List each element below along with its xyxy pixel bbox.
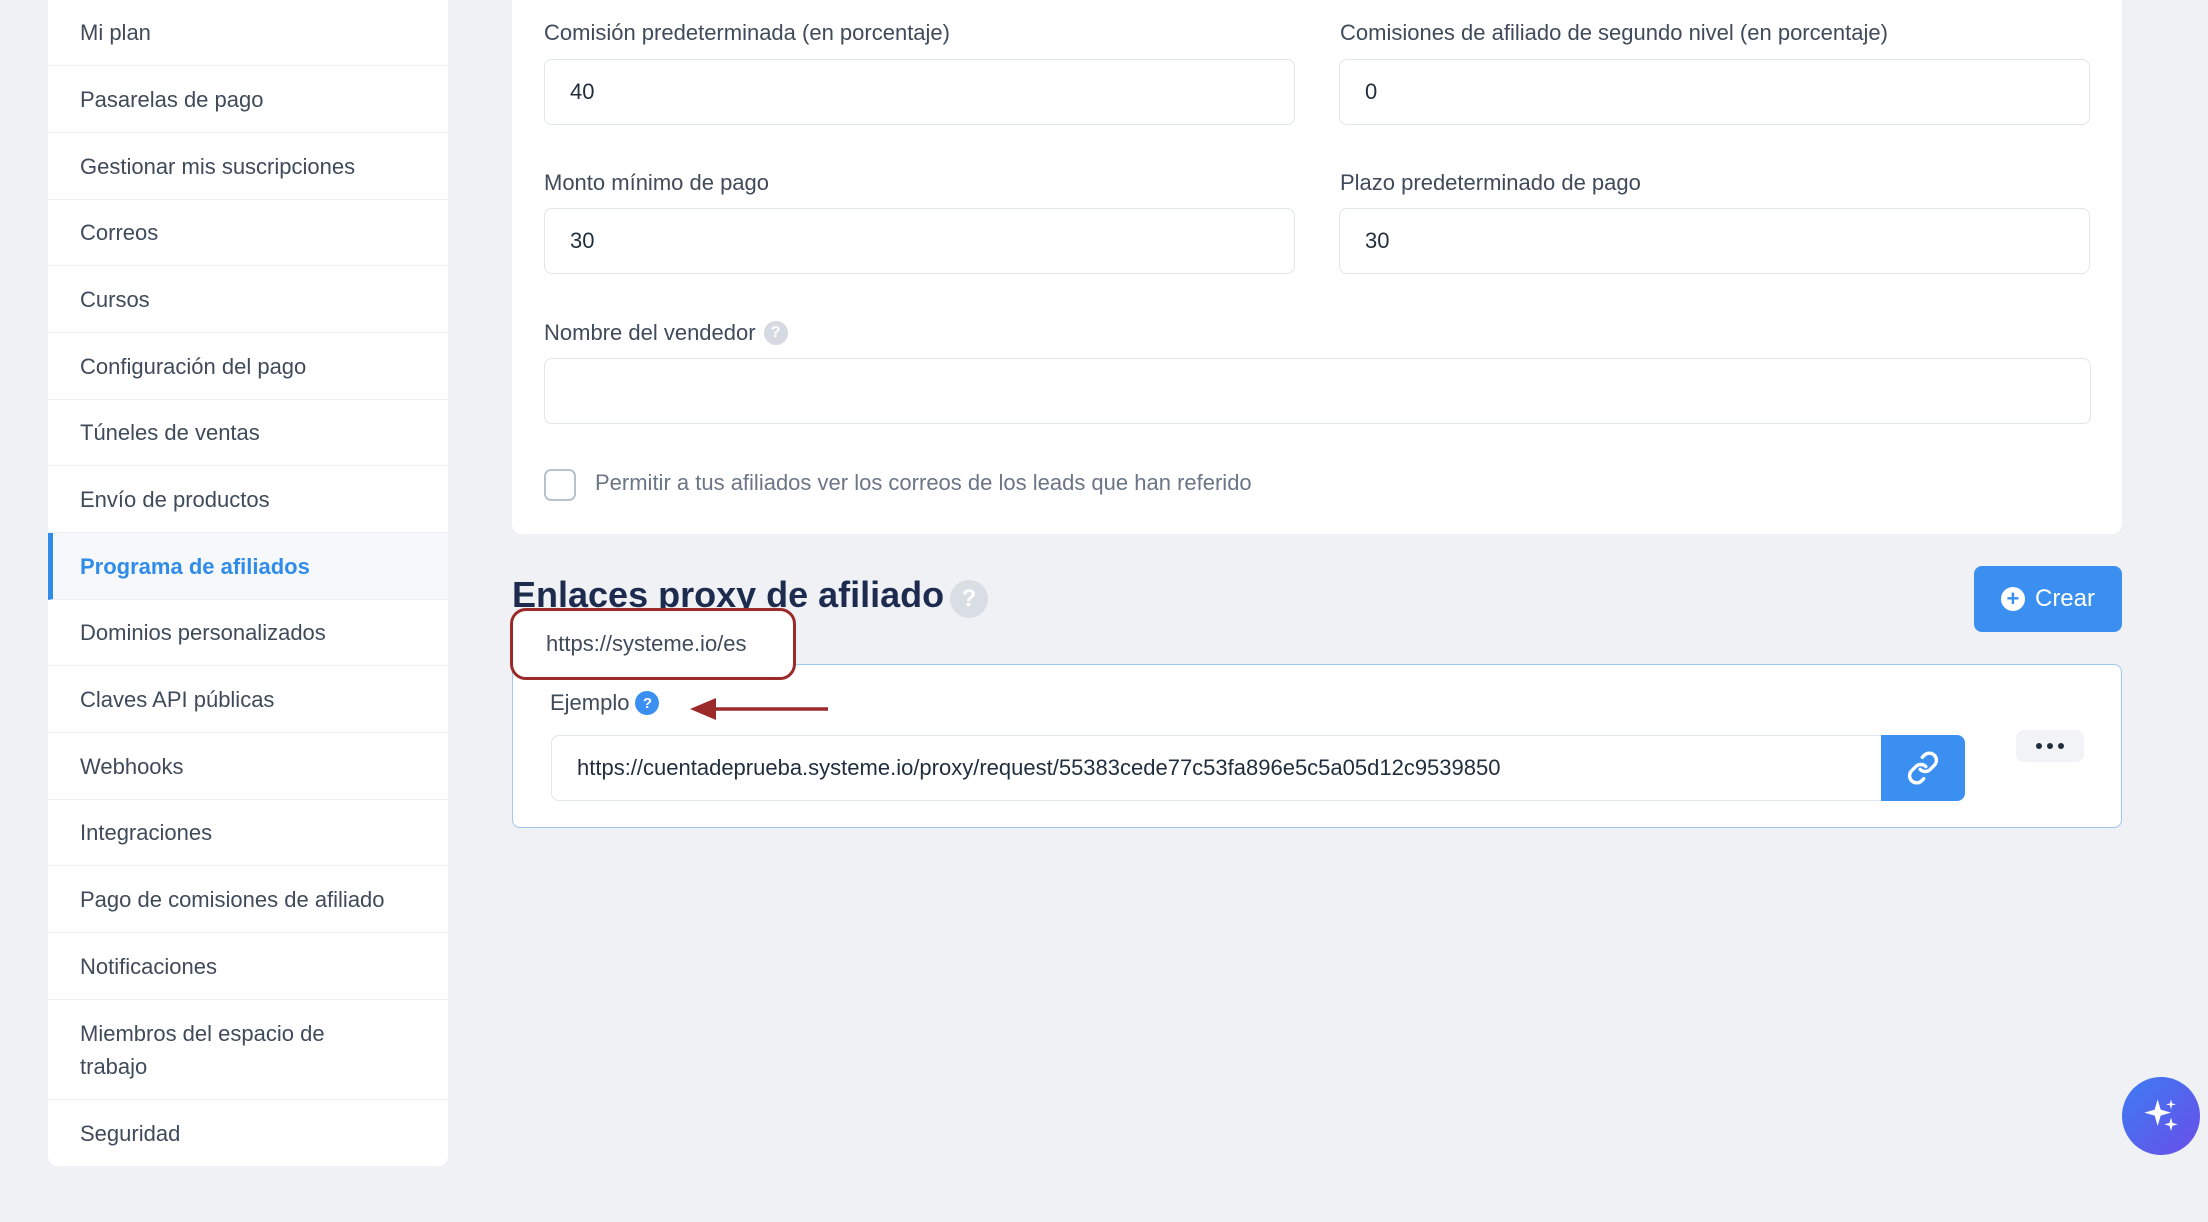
sidebar-item-claves-api[interactable]: Claves API públicas xyxy=(48,666,448,733)
ai-assistant-button[interactable] xyxy=(2122,1077,2200,1155)
sidebar-item-label: Mi plan xyxy=(80,20,151,45)
more-dots-icon xyxy=(2036,743,2042,749)
sidebar-item-label: Dominios personalizados xyxy=(80,620,326,645)
seller-name-label: Nombre del vendedor xyxy=(544,320,756,345)
sidebar-item-label: Túneles de ventas xyxy=(80,420,260,445)
example-label: Ejemplo xyxy=(550,690,630,715)
annotation-callout: https://systeme.io/es xyxy=(510,608,796,680)
more-options-button[interactable] xyxy=(2016,730,2084,762)
plus-circle-icon: + xyxy=(2000,587,2025,611)
help-icon[interactable]: ? xyxy=(635,691,660,715)
sidebar-item-tuneles-de-ventas[interactable]: Túneles de ventas xyxy=(48,400,448,466)
sidebar-item-programa-afiliados[interactable]: Programa de afiliados xyxy=(48,533,448,600)
example-label-row: Ejemplo ? xyxy=(550,690,660,716)
second-tier-commission-input[interactable]: 0 xyxy=(1339,59,2090,125)
create-button-label: Crear xyxy=(2034,585,2095,612)
second-tier-commission-label: Comisiones de afiliado de segundo nivel … xyxy=(1340,20,1888,45)
sidebar-item-label: Seguridad xyxy=(80,1120,181,1146)
sidebar-item-label: Claves API públicas xyxy=(80,686,275,712)
create-button[interactable]: + Crear xyxy=(1974,566,2122,632)
sidebar-item-label: Correos xyxy=(80,220,159,245)
sidebar-item-label: Notificaciones xyxy=(80,953,217,979)
seller-name-input[interactable] xyxy=(544,358,2091,424)
more-dots-icon xyxy=(2058,743,2064,749)
copy-link-button[interactable] xyxy=(1881,735,1965,801)
sidebar-item-miembros[interactable]: Miembros del espacio de trabajo xyxy=(48,1000,448,1100)
sidebar-item-correos[interactable]: Correos xyxy=(48,200,448,266)
sidebar-item-envio-productos[interactable]: Envío de productos xyxy=(48,466,448,533)
sidebar-item-label: Envío de productos xyxy=(80,486,270,512)
min-payout-label: Monto mínimo de pago xyxy=(544,170,770,195)
proxy-url-field[interactable]: https://cuentadeprueba.systeme.io/proxy/… xyxy=(551,735,1881,801)
sidebar-item-cursos[interactable]: Cursos xyxy=(48,266,448,333)
sidebar-item-suscripciones[interactable]: Gestionar mis suscripciones xyxy=(48,133,448,200)
annotation-arrow-icon xyxy=(690,698,828,720)
callout-text: https://systeme.io/es xyxy=(546,631,747,656)
sidebar-item-label: Integraciones xyxy=(80,820,213,845)
seller-name-label-row: Nombre del vendedor ? xyxy=(544,320,788,346)
sidebar-item-label: Cursos xyxy=(80,286,150,312)
sidebar-item-notificaciones[interactable]: Notificaciones xyxy=(48,933,448,1000)
default-commission-input[interactable]: 40 xyxy=(544,59,1295,125)
sidebar-item-label: Configuración del pago xyxy=(80,353,307,379)
sidebar-item-mi-plan[interactable]: Mi plan xyxy=(48,0,448,66)
sparkle-icon xyxy=(2144,1099,2178,1131)
min-payout-input[interactable]: 30 xyxy=(544,208,1295,274)
sidebar-item-label: Programa de afiliados xyxy=(80,553,310,579)
sidebar-item-seguridad[interactable]: Seguridad xyxy=(48,1100,448,1166)
payout-term-input[interactable]: 30 xyxy=(1339,208,2090,274)
link-icon xyxy=(1907,751,1939,785)
sidebar-item-label: Gestionar mis suscripciones xyxy=(80,153,356,179)
more-dots-icon xyxy=(2047,743,2053,749)
sidebar-item-label: Miembros del espacio de trabajo xyxy=(80,1020,325,1079)
sidebar-item-label: Pasarelas de pago xyxy=(80,86,264,112)
sidebar-item-pasarelas-de-pago[interactable]: Pasarelas de pago xyxy=(48,66,448,133)
sidebar-item-label: Pago de comisiones de afiliado xyxy=(80,886,385,912)
allow-view-emails-checkbox[interactable] xyxy=(544,469,576,501)
payout-term-label: Plazo predeterminado de pago xyxy=(1340,170,1641,195)
allow-view-emails-label: Permitir a tus afiliados ver los correos… xyxy=(595,470,1252,495)
sidebar-item-label: Webhooks xyxy=(80,753,184,779)
sidebar-item-webhooks[interactable]: Webhooks xyxy=(48,733,448,800)
sidebar-item-dominios[interactable]: Dominios personalizados xyxy=(48,600,448,666)
settings-sidebar: Mi plan Pasarelas de pago Gestionar mis … xyxy=(48,0,448,1166)
default-commission-label: Comisión predeterminada (en porcentaje) xyxy=(544,20,950,45)
sidebar-item-pago-comisiones[interactable]: Pago de comisiones de afiliado xyxy=(48,866,448,933)
help-icon[interactable]: ? xyxy=(763,321,788,345)
sidebar-item-integraciones[interactable]: Integraciones xyxy=(48,800,448,866)
help-icon[interactable]: ? xyxy=(950,580,988,618)
sidebar-item-configuracion-pago[interactable]: Configuración del pago xyxy=(48,333,448,400)
